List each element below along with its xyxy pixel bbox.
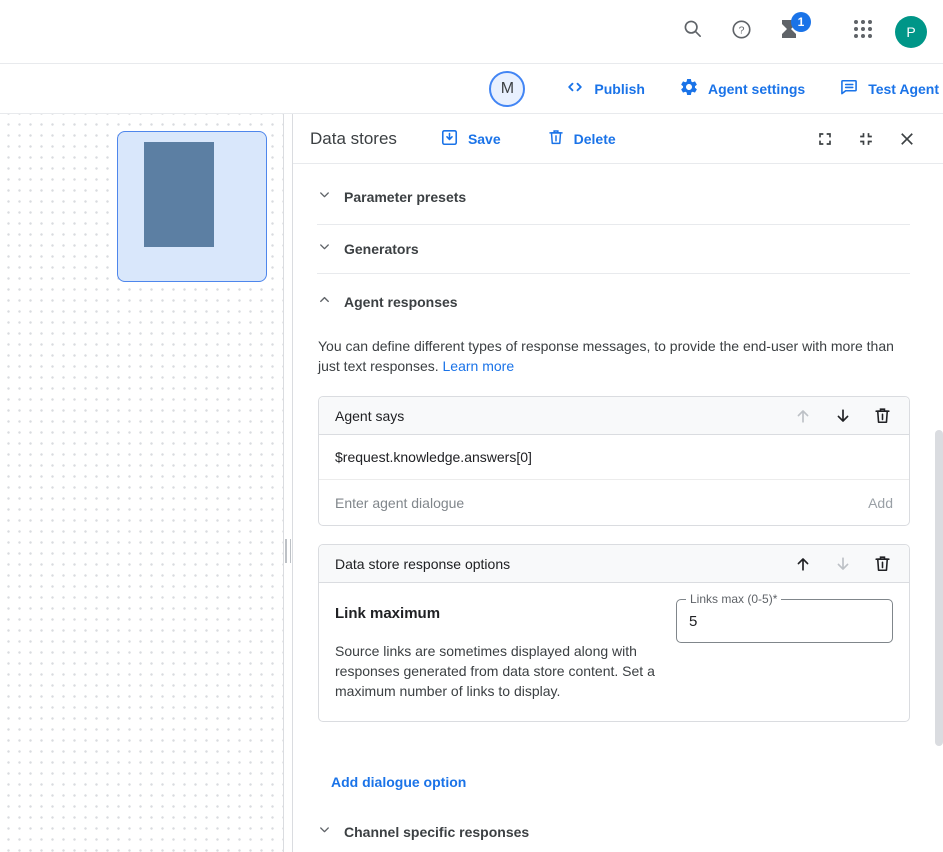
test-agent-button[interactable]: Test Agent [839, 77, 939, 100]
delete-label: Delete [574, 131, 616, 147]
code-icon [565, 77, 585, 100]
links-max-field: Links max (0-5)* [676, 599, 893, 643]
flow-avatar[interactable]: M [489, 71, 525, 107]
top-app-bar: ? 1 P [0, 0, 943, 64]
agent-dialogue-value: $request.knowledge.answers[0] [335, 449, 532, 465]
section-generators[interactable]: Generators [317, 225, 910, 274]
agent-says-title: Agent says [335, 408, 404, 424]
panel-resize-handle[interactable] [285, 539, 291, 563]
description-text: You can define different types of respon… [318, 338, 894, 374]
save-icon [440, 128, 459, 150]
help-button[interactable]: ? [721, 12, 761, 52]
agent-responses-description: You can define different types of respon… [318, 336, 904, 376]
panel-body: Parameter presets Generators Agent respo… [293, 164, 943, 852]
agent-toolbar: M Publish Agent settings Test Agent [0, 64, 943, 114]
data-store-options-body: Link maximum Source links are sometimes … [319, 583, 909, 721]
move-up-icon[interactable] [793, 554, 813, 574]
panel-scrollbar[interactable] [935, 430, 943, 746]
account-avatar[interactable]: P [895, 16, 927, 48]
links-max-label: Links max (0-5)* [686, 592, 781, 606]
trash-icon[interactable] [873, 406, 893, 426]
delete-button[interactable]: Delete [547, 128, 616, 149]
fullscreen-exit-icon[interactable] [856, 129, 876, 149]
publish-label: Publish [594, 81, 645, 97]
test-agent-label: Test Agent [868, 81, 939, 97]
page-node-preview [144, 142, 214, 247]
chevron-down-icon [317, 239, 332, 259]
chevron-up-icon [317, 292, 332, 312]
agent-dialogue-input-row: Add [319, 480, 909, 525]
panel-resize-gutter [283, 114, 293, 852]
add-button[interactable]: Add [868, 495, 893, 511]
data-store-options-card: Data store response options [318, 544, 910, 722]
close-icon[interactable] [897, 129, 917, 149]
trash-icon [547, 128, 565, 149]
chevron-down-icon [317, 822, 332, 842]
page-node[interactable] [117, 131, 267, 282]
agent-says-header: Agent says [319, 397, 909, 435]
agent-dialogue-entry[interactable]: $request.knowledge.answers[0] [319, 435, 909, 480]
link-maximum-title: Link maximum [335, 605, 675, 622]
save-button[interactable]: Save [440, 128, 501, 150]
section-label: Channel specific responses [344, 824, 529, 840]
link-maximum-description: Source links are sometimes displayed alo… [335, 641, 675, 701]
section-agent-responses[interactable]: Agent responses [317, 274, 910, 330]
apps-grid-button[interactable] [843, 12, 883, 52]
main-area: Data stores Save Delete [0, 114, 943, 852]
svg-text:?: ? [738, 24, 744, 36]
trash-icon[interactable] [873, 554, 893, 574]
pending-tasks-button[interactable]: 1 [769, 12, 809, 52]
move-up-icon[interactable] [793, 406, 813, 426]
learn-more-link[interactable]: Learn more [443, 358, 515, 374]
gear-icon [679, 77, 699, 100]
agent-settings-button[interactable]: Agent settings [679, 77, 805, 100]
search-button[interactable] [673, 12, 713, 52]
links-max-input[interactable] [677, 600, 892, 642]
move-down-icon[interactable] [833, 406, 853, 426]
save-label: Save [468, 131, 501, 147]
panel-title: Data stores [310, 129, 397, 149]
agent-settings-label: Agent settings [708, 81, 805, 97]
flow-canvas[interactable] [0, 114, 283, 852]
chevron-down-icon [317, 187, 332, 207]
notification-badge: 1 [791, 12, 811, 32]
publish-button[interactable]: Publish [565, 77, 645, 100]
data-store-options-title: Data store response options [335, 556, 510, 572]
apps-grid-icon [851, 17, 875, 46]
section-parameter-presets[interactable]: Parameter presets [317, 170, 910, 225]
move-down-icon[interactable] [833, 554, 853, 574]
section-label: Generators [344, 241, 419, 257]
help-icon: ? [730, 18, 753, 46]
data-store-options-header: Data store response options [319, 545, 909, 583]
section-label: Agent responses [344, 294, 458, 310]
panel-header: Data stores Save Delete [293, 114, 943, 164]
section-label: Parameter presets [344, 189, 466, 205]
chat-icon [839, 77, 859, 100]
section-channel-specific-responses[interactable]: Channel specific responses [317, 808, 910, 852]
agent-dialogue-input[interactable] [335, 481, 868, 525]
agent-says-card: Agent says $request.knowled [318, 396, 910, 526]
search-icon [682, 18, 704, 45]
data-stores-panel: Data stores Save Delete [293, 114, 943, 852]
fullscreen-icon[interactable] [815, 129, 835, 149]
add-dialogue-option-button[interactable]: Add dialogue option [331, 774, 466, 790]
